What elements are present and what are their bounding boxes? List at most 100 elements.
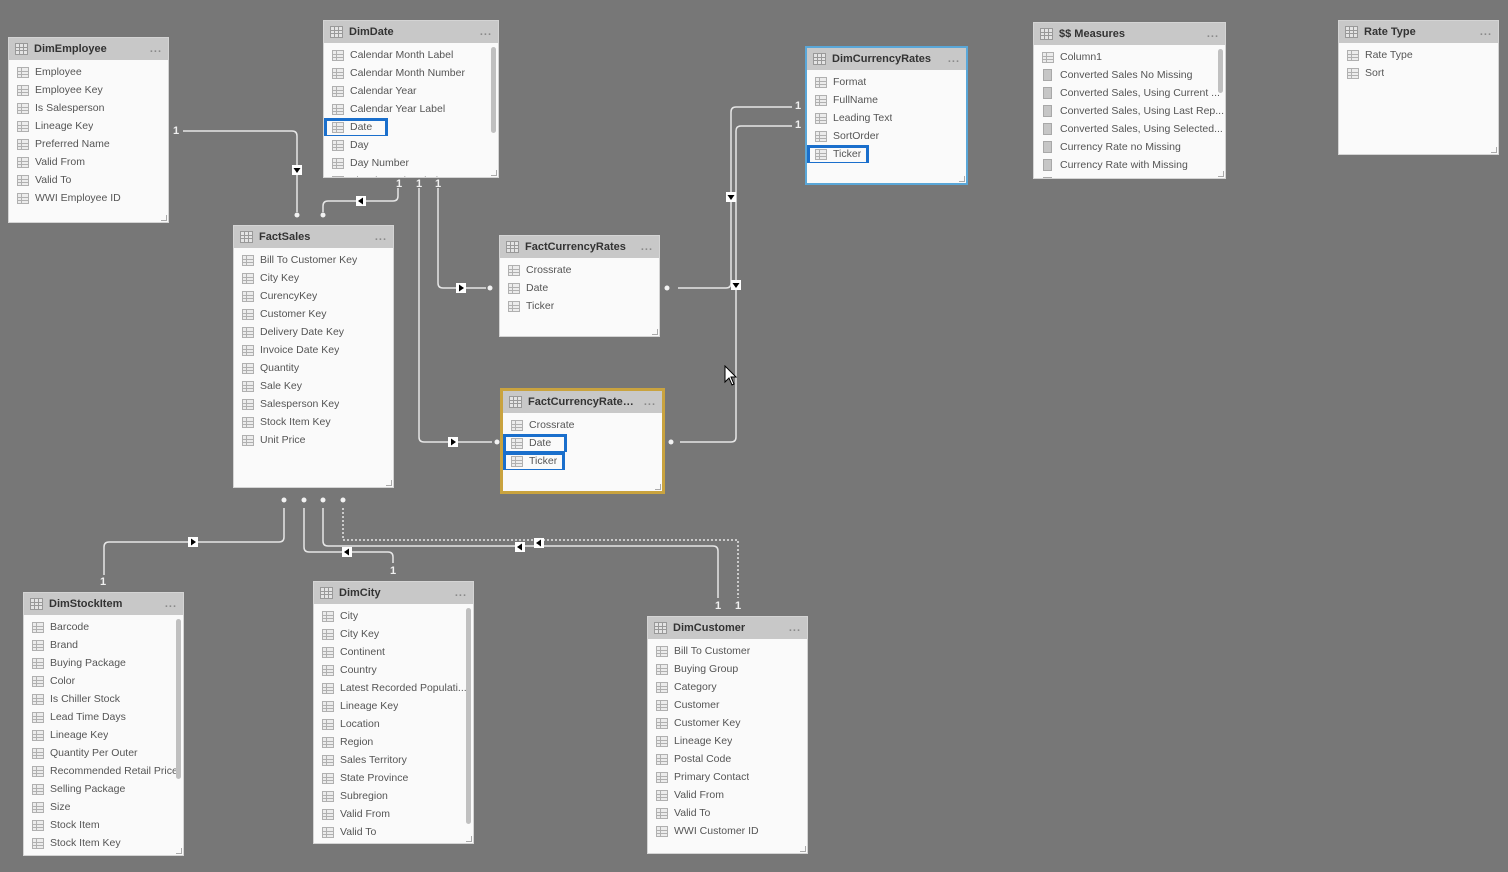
table-header[interactable]: FactSales ... (234, 226, 393, 248)
table-field[interactable]: Delivery Date Key (234, 323, 393, 341)
table-header[interactable]: FactCurrencyRates ... (500, 236, 659, 258)
table-card-dimcurrencyrates[interactable]: DimCurrencyRates ... Format FullName Leadi… (805, 46, 968, 185)
table-field[interactable]: Currency Rate no Missing (1034, 138, 1225, 156)
table-field[interactable]: Tax Rate (24, 852, 183, 855)
more-options-icon[interactable]: ... (150, 43, 162, 55)
more-options-icon[interactable]: ... (644, 396, 656, 408)
more-options-icon[interactable]: ... (789, 622, 801, 634)
table-field[interactable]: Brand (24, 636, 183, 654)
table-field[interactable]: Continent (314, 643, 473, 661)
table-field[interactable]: Sort (1339, 64, 1498, 82)
table-field[interactable]: Converted Sales No Missing (1034, 66, 1225, 84)
table-field[interactable]: Calendar Year (324, 82, 498, 100)
table-field[interactable]: WWI Customer ID (648, 822, 807, 840)
table-field[interactable]: Valid From (9, 153, 168, 171)
table-field[interactable]: WWI City ID (314, 841, 473, 843)
table-card-factcurrencyratesn[interactable]: FactCurrencyRatesN... ... Crossrate Date T… (500, 388, 665, 494)
table-field[interactable]: Date (500, 279, 659, 297)
table-card-dimemployee[interactable]: DimEmployee ... Employee Employee Key Is S… (8, 37, 169, 223)
table-field[interactable]: Currency Rate Selected (1034, 174, 1225, 178)
table-field[interactable]: Fiscal Month Label (324, 172, 498, 177)
table-field[interactable]: Preferred Name (9, 135, 168, 153)
table-field[interactable]: Customer Key (648, 714, 807, 732)
more-options-icon[interactable]: ... (375, 231, 387, 243)
table-card-ratetype[interactable]: Rate Type ... Rate Type Sort (1338, 20, 1499, 155)
table-field[interactable]: CurencyKey (234, 287, 393, 305)
table-field[interactable]: Format (807, 73, 966, 91)
table-header[interactable]: DimDate ... (324, 21, 498, 43)
table-field[interactable]: Invoice Date Key (234, 341, 393, 359)
table-field[interactable]: Customer Key (234, 305, 393, 323)
table-field[interactable]: Subregion (314, 787, 473, 805)
table-field[interactable]: FullName (807, 91, 966, 109)
table-field[interactable]: Customer (648, 696, 807, 714)
resize-handle[interactable] (491, 170, 497, 176)
table-field[interactable]: Lineage Key (9, 117, 168, 135)
table-header[interactable]: DimCity ... (314, 582, 473, 604)
table-field[interactable]: Is Salesperson (9, 99, 168, 117)
resize-handle[interactable] (652, 329, 658, 335)
table-field[interactable]: Column1 (1034, 48, 1225, 66)
table-header[interactable]: DimEmployee ... (9, 38, 168, 60)
table-field[interactable]: Leading Text (807, 109, 966, 127)
table-field[interactable]: Date (503, 434, 662, 452)
table-card-factsales[interactable]: FactSales ... Bill To Customer Key City K… (233, 225, 394, 488)
table-field[interactable]: Unit Price (234, 431, 393, 449)
model-diagram-canvas[interactable]: 1 1 1 1 1 1 1 1 1 1 DimEmployee ... Empl… (0, 0, 1508, 872)
table-field[interactable]: Ticker (503, 452, 662, 470)
table-field[interactable]: Calendar Month Label (324, 46, 498, 64)
scrollbar[interactable] (1218, 49, 1223, 93)
table-field[interactable]: Sales Territory (314, 751, 473, 769)
table-field[interactable]: Category (648, 678, 807, 696)
table-field[interactable]: Buying Group (648, 660, 807, 678)
table-card-factcurrencyrates[interactable]: FactCurrencyRates ... Crossrate Date Ticke… (499, 235, 660, 337)
table-field[interactable]: Ticker (807, 145, 966, 163)
table-field[interactable]: Valid From (648, 786, 807, 804)
resize-handle[interactable] (161, 215, 167, 221)
more-options-icon[interactable]: ... (165, 598, 177, 610)
table-field[interactable]: Bill To Customer (648, 642, 807, 660)
table-field[interactable]: Quantity (234, 359, 393, 377)
resize-handle[interactable] (466, 836, 472, 842)
table-card-dimcity[interactable]: DimCity ... City City Key Continent Country… (313, 581, 474, 844)
table-field[interactable]: Crossrate (500, 261, 659, 279)
table-field[interactable]: Employee Key (9, 81, 168, 99)
table-header[interactable]: DimCustomer ... (648, 617, 807, 639)
resize-handle[interactable] (1491, 147, 1497, 153)
table-field[interactable]: Sale Key (234, 377, 393, 395)
table-field[interactable]: Valid To (648, 804, 807, 822)
resize-handle[interactable] (800, 846, 806, 852)
table-field[interactable]: Size (24, 798, 183, 816)
scrollbar[interactable] (466, 608, 471, 824)
scrollbar[interactable] (491, 47, 496, 133)
table-field[interactable]: Currency Rate with Missing (1034, 156, 1225, 174)
resize-handle[interactable] (959, 176, 965, 182)
resize-handle[interactable] (655, 484, 661, 490)
table-header[interactable]: DimCurrencyRates ... (807, 48, 966, 70)
table-card-dimcustomer[interactable]: DimCustomer ... Bill To Customer Buying G… (647, 616, 808, 854)
table-header[interactable]: FactCurrencyRatesN... ... (503, 391, 662, 413)
more-options-icon[interactable]: ... (1207, 28, 1219, 40)
more-options-icon[interactable]: ... (455, 587, 467, 599)
table-field[interactable]: SortOrder (807, 127, 966, 145)
more-options-icon[interactable]: ... (480, 26, 492, 38)
table-field[interactable]: Day Number (324, 154, 498, 172)
table-field[interactable]: Stock Item Key (24, 834, 183, 852)
table-field[interactable]: Primary Contact (648, 768, 807, 786)
table-field[interactable]: Valid To (9, 171, 168, 189)
table-field[interactable]: Converted Sales, Using Selected... (1034, 120, 1225, 138)
table-field[interactable]: Lineage Key (314, 697, 473, 715)
table-field[interactable]: Is Chiller Stock (24, 690, 183, 708)
table-field[interactable]: Stock Item Key (234, 413, 393, 431)
table-field[interactable]: Date (324, 118, 498, 136)
scrollbar[interactable] (176, 619, 181, 779)
table-field[interactable]: Region (314, 733, 473, 751)
table-field[interactable]: Buying Package (24, 654, 183, 672)
table-header[interactable]: DimStockItem ... (24, 593, 183, 615)
table-field[interactable]: Converted Sales, Using Last Rep... (1034, 102, 1225, 120)
table-card-measures[interactable]: $$ Measures ... Column1 Converted Sales N… (1033, 22, 1226, 179)
resize-handle[interactable] (386, 480, 392, 486)
table-field[interactable]: Day (324, 136, 498, 154)
table-field[interactable]: Latest Recorded Populati... (314, 679, 473, 697)
table-card-dimstockitem[interactable]: DimStockItem ... Barcode Brand Buying Pack… (23, 592, 184, 856)
